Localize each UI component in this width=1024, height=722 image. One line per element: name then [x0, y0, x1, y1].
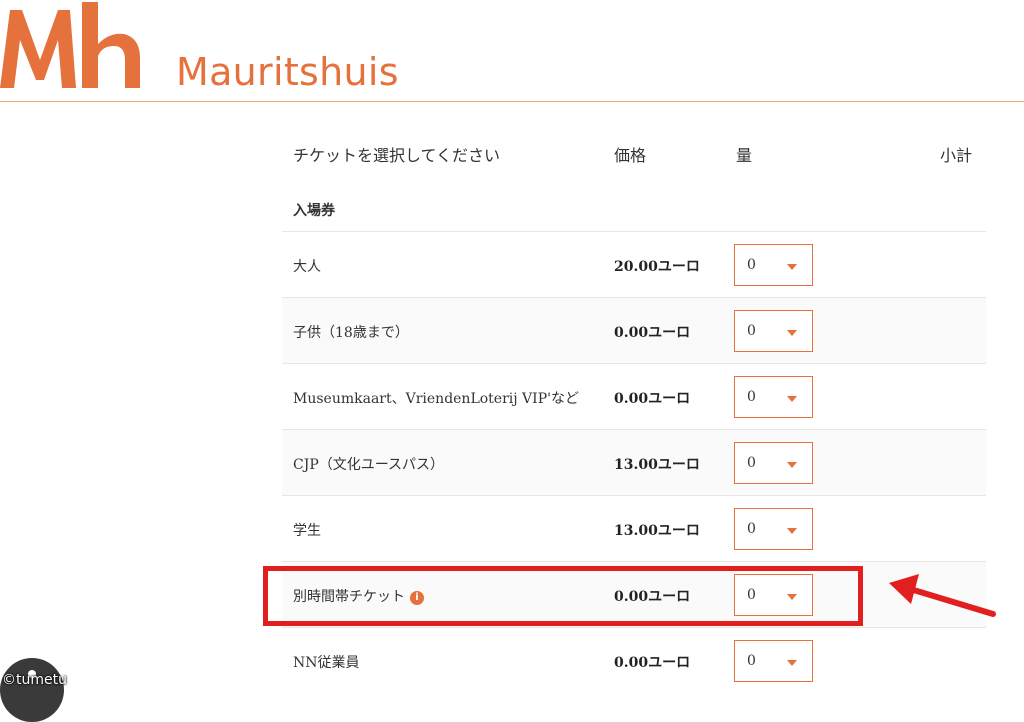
ticket-price: 0.00ユーロ [614, 655, 691, 671]
column-header-price: 価格 [614, 146, 647, 165]
mauritshuis-logo-mark[interactable] [0, 0, 145, 92]
ticket-name: 学生 [293, 523, 321, 539]
site-header: Mauritshuis [0, 0, 1024, 102]
chevron-down-icon [787, 528, 797, 534]
chevron-down-icon [787, 462, 797, 468]
quantity-select[interactable]: 0 [734, 508, 813, 550]
quantity-select[interactable]: 0 [734, 442, 813, 484]
quantity-select[interactable]: 0 [734, 310, 813, 352]
ticket-row: 子供（18歳まで） 0.00ユーロ 0 [282, 297, 986, 364]
column-header-ticket: チケットを選択してください [293, 146, 501, 165]
ticket-name: 子供（18歳まで） [293, 325, 409, 341]
ticket-row: 学生 13.00ユーロ 0 [282, 495, 986, 562]
quantity-value: 0 [747, 653, 756, 669]
ticket-price: 13.00ユーロ [614, 523, 700, 539]
brand-name[interactable]: Mauritshuis [176, 50, 399, 94]
ticket-price: 0.00ユーロ [614, 325, 691, 341]
ticket-price: 0.00ユーロ [614, 391, 691, 407]
ticket-price: 13.00ユーロ [614, 457, 700, 473]
ticket-name: Museumkaart、VriendenLoterij VIP'など [293, 391, 579, 407]
quantity-value: 0 [747, 257, 756, 273]
chevron-down-icon [787, 330, 797, 336]
column-header-subtotal: 小計 [940, 146, 973, 165]
ticket-row: 大人 20.00ユーロ 0 [282, 231, 986, 298]
quantity-select[interactable]: 0 [734, 376, 813, 418]
chevron-down-icon [787, 396, 797, 402]
chat-button[interactable] [0, 658, 64, 722]
chevron-down-icon [787, 660, 797, 666]
highlight-box [263, 566, 863, 626]
section-title: 入場券 [293, 203, 335, 219]
ticket-row: CJP（文化ユースパス） 13.00ユーロ 0 [282, 429, 986, 496]
quantity-select[interactable]: 0 [734, 640, 813, 682]
quantity-select[interactable]: 0 [734, 244, 813, 286]
ticket-name: CJP（文化ユースパス） [293, 457, 445, 473]
column-header-quantity: 量 [736, 146, 753, 165]
watermark: ©tumetu [2, 672, 67, 688]
quantity-value: 0 [747, 455, 756, 471]
arrow-annotation-icon [889, 574, 996, 617]
ticket-price: 20.00ユーロ [614, 259, 700, 275]
quantity-value: 0 [747, 521, 756, 537]
chevron-down-icon [787, 264, 797, 270]
quantity-value: 0 [747, 323, 756, 339]
quantity-value: 0 [747, 389, 756, 405]
ticket-name: 大人 [293, 259, 321, 275]
ticket-name: NN従業員 [293, 655, 360, 671]
ticket-row: NN従業員 0.00ユーロ 0 [282, 627, 986, 694]
ticket-row: Museumkaart、VriendenLoterij VIP'など 0.00ユ… [282, 363, 986, 430]
